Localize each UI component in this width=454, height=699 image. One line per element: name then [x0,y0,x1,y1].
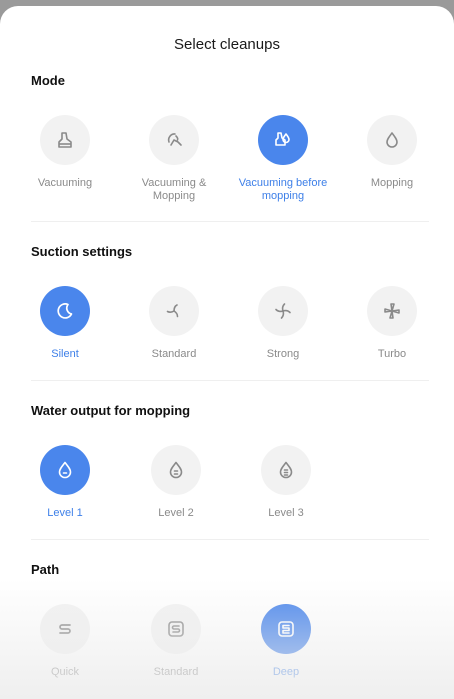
divider [31,221,429,222]
suction-option-standard[interactable]: Standard [124,286,224,361]
suction-option-label: Strong [266,348,300,360]
vacuum-then-mop-icon [258,115,308,165]
drop-icon [367,115,417,165]
fan-icon [149,286,199,336]
water-option-level-1[interactable]: Level 1 [15,445,115,520]
water-option-label: Level 3 [268,507,304,519]
vacuum-icon [40,115,90,165]
fan-turbo-icon [367,286,417,336]
suction-option-silent[interactable]: Silent [15,286,115,361]
mode-option-label: Vacuuming & Mopping [141,177,207,202]
moon-icon [40,286,90,336]
fan-strong-icon [258,286,308,336]
mode-option-label: Vacuuming [37,177,93,189]
mode-option-label: Vacuuming before mopping [238,177,328,202]
path-option-label: Standard [153,666,199,678]
water-option-label: Level 2 [158,507,194,519]
path-option-label: Quick [50,666,80,678]
path-quick-icon [40,604,90,654]
water-option-label: Level 1 [47,507,83,519]
divider [31,539,429,540]
cleanup-sheet: Select cleanups Mode Vacuuming Vacuuming… [0,6,454,699]
water-level-1-icon [40,445,90,495]
divider [31,380,429,381]
water-level-2-icon [151,445,201,495]
path-option-deep[interactable]: Deep [236,604,336,679]
path-deep-icon [261,604,311,654]
water-option-level-2[interactable]: Level 2 [126,445,226,520]
mode-option-label: Mopping [370,177,414,189]
mode-option-vacuuming[interactable]: Vacuuming [15,115,115,190]
mode-option-mopping[interactable]: Mopping [342,115,442,190]
mode-option-vacuuming-mopping[interactable]: Vacuuming & Mopping [124,115,224,203]
suction-option-strong[interactable]: Strong [233,286,333,361]
section-title-suction: Suction settings [31,244,133,259]
water-level-3-icon [261,445,311,495]
section-title-path: Path [31,562,60,577]
suction-option-turbo[interactable]: Turbo [342,286,442,361]
path-option-standard[interactable]: Standard [126,604,226,679]
path-option-label: Deep [272,666,300,678]
sheet-title: Select cleanups [174,36,280,53]
path-option-quick[interactable]: Quick [15,604,115,679]
path-standard-icon [151,604,201,654]
vacuum-mop-icon [149,115,199,165]
suction-option-label: Turbo [377,348,407,360]
suction-option-label: Silent [51,348,79,360]
section-title-mode: Mode [31,73,65,88]
suction-option-label: Standard [151,348,197,360]
water-option-level-3[interactable]: Level 3 [236,445,336,520]
mode-option-vacuuming-before-mopping[interactable]: Vacuuming before mopping [233,115,333,203]
section-title-water: Water output for mopping [31,403,191,418]
